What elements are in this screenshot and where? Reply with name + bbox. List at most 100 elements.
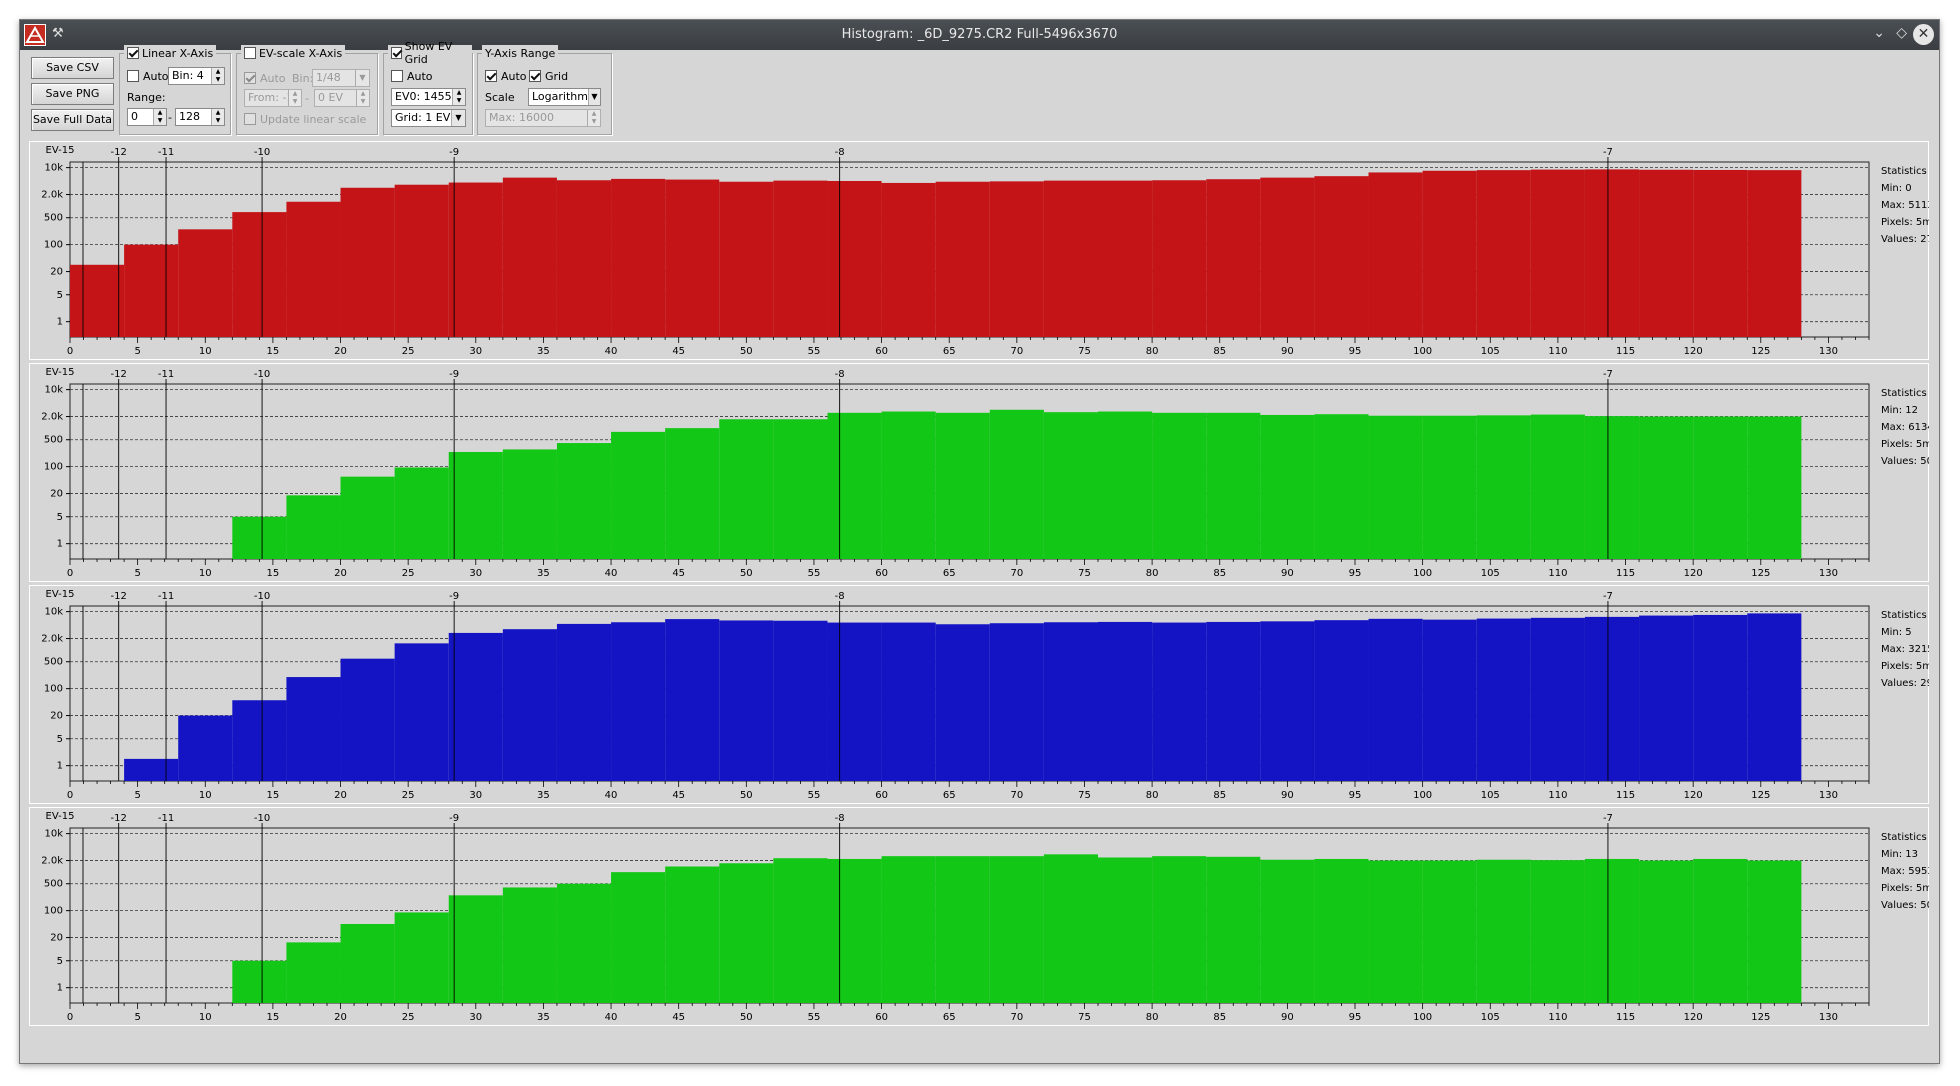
x-tick-label: 15 xyxy=(267,1012,280,1023)
close-icon[interactable]: ✕ xyxy=(1913,24,1934,45)
linear-bin-spinner[interactable]: Bin: 4 ▲ ▼ xyxy=(168,67,225,85)
x-tick-label: 75 xyxy=(1078,568,1091,579)
range-to-spinner[interactable]: 128 ▲ ▼ xyxy=(175,108,225,126)
y-tick-label: 1 xyxy=(57,539,63,550)
histogram-bar xyxy=(502,177,557,337)
x-tick-label: 20 xyxy=(334,346,347,357)
histogram-bar xyxy=(989,856,1044,1003)
histogram-bar xyxy=(232,212,287,337)
scale-dropdown[interactable]: Logarithm ▼ xyxy=(528,88,601,106)
histogram-bar xyxy=(989,181,1044,337)
stats-max: Max: 5953 xyxy=(1881,866,1929,877)
y-tick-label: 2.0k xyxy=(41,634,63,645)
save-full-data-button[interactable]: Save Full Data xyxy=(31,109,114,131)
stats-values: Values: 5075 xyxy=(1881,900,1929,911)
ev-bin-dropdown[interactable]: 1/48 EV ▼ xyxy=(312,69,370,100)
x-tick-label: 85 xyxy=(1213,568,1226,579)
x-tick-label: 90 xyxy=(1281,568,1294,579)
linear-x-axis-checkbox[interactable] xyxy=(127,47,139,59)
ev0-value: EV0: 14558 xyxy=(395,90,452,103)
histogram-bar xyxy=(827,180,882,337)
x-tick-label: 85 xyxy=(1213,790,1226,801)
update-linear-checkbox[interactable] xyxy=(244,113,256,125)
ev-from-spinner[interactable]: From: -14 ▲▼ xyxy=(244,89,302,107)
histogram-panel-blue-2: 10k 2.0k 500 100 20 5 1 -12 -11 -10 -9 -8 -7 EV-15 0 5 1… xyxy=(29,585,1929,804)
spinner-arrows-icon[interactable]: ▲ ▼ xyxy=(153,109,166,125)
grid-value: Grid: 1 EV xyxy=(395,111,451,124)
linear-bin-value: Bin: 4 xyxy=(172,69,204,82)
evgrid-auto-checkbox[interactable] xyxy=(391,70,403,82)
x-tick-label: 10 xyxy=(199,1012,212,1023)
grid-dropdown[interactable]: Grid: 1 EV ▼ xyxy=(391,109,466,127)
y-axis-range-legend: Y-Axis Range xyxy=(482,45,559,61)
x-tick-label: 80 xyxy=(1146,790,1159,801)
y-grid-checkbox[interactable] xyxy=(529,70,541,82)
histogram-bar xyxy=(394,643,449,781)
histogram-bar xyxy=(70,264,125,337)
ev-tick-label: -7 xyxy=(1603,147,1613,158)
x-tick-label: 50 xyxy=(740,790,753,801)
histogram-bar xyxy=(665,866,720,1003)
histogram-bar xyxy=(1043,412,1098,559)
y-tick-label: 100 xyxy=(44,462,63,473)
update-linear-label: Update linear scale xyxy=(260,112,367,126)
histogram-bar xyxy=(448,895,503,1003)
spinner-arrows-icon[interactable]: ▲ ▼ xyxy=(211,109,224,125)
minimize-icon[interactable]: ⌄ xyxy=(1873,25,1885,41)
y-max-spinner[interactable]: Max: 16000 ▲ ▼ xyxy=(485,109,601,127)
ev-tick-label: -9 xyxy=(449,591,459,602)
range-from-spinner[interactable]: 0 ▲ ▼ xyxy=(127,108,167,126)
linear-auto-checkbox[interactable] xyxy=(127,70,139,82)
histogram-bar xyxy=(719,419,774,559)
range-to-value: 128 xyxy=(179,110,200,123)
stats-max: Max: 5113 xyxy=(1881,200,1929,211)
stats-min: Min: 5 xyxy=(1881,627,1912,638)
y-grid-row: Grid xyxy=(529,68,568,84)
histogram-bar xyxy=(1530,617,1585,781)
ev-to-value: 0 EV xyxy=(318,91,343,104)
stats-title: Statistics xyxy=(1881,610,1927,621)
x-tick-label: 50 xyxy=(740,346,753,357)
ev-tick-label: -12 xyxy=(111,591,127,602)
x-tick-label: 25 xyxy=(402,568,415,579)
ev-axis-label: EV-15 xyxy=(46,367,75,378)
stats-max: Max: 3215 xyxy=(1881,644,1929,655)
update-linear-row: Update linear scale xyxy=(244,111,366,127)
save-csv-button[interactable]: Save CSV xyxy=(31,57,114,79)
save-png-button[interactable]: Save PNG xyxy=(31,83,114,105)
x-tick-label: 70 xyxy=(1010,790,1023,801)
histogram-bar xyxy=(1314,858,1369,1003)
ev-grid-group: Show EV Grid Auto EV0: 14558 ▲▼ Grid: 1 … xyxy=(383,40,473,135)
y-tick-label: 100 xyxy=(44,906,63,917)
spinner-arrows-icon[interactable]: ▲ ▼ xyxy=(288,90,301,106)
histogram-bar xyxy=(502,449,557,559)
chevron-down-icon: ▼ xyxy=(587,89,600,105)
histogram-bar xyxy=(124,758,179,781)
x-tick-label: 60 xyxy=(875,346,888,357)
spinner-arrows-icon[interactable]: ▲ ▼ xyxy=(211,68,224,84)
histogram-bar xyxy=(286,495,341,559)
spinner-arrows-icon[interactable]: ▲ ▼ xyxy=(452,89,465,105)
ev-to-spinner[interactable]: 0 EV ▲ ▼ xyxy=(314,89,370,107)
y-auto-checkbox[interactable] xyxy=(485,70,497,82)
histogram-bar xyxy=(178,715,233,781)
y-tick-label: 2.0k xyxy=(41,856,63,867)
ev-scale-checkbox[interactable] xyxy=(244,47,256,59)
histogram-bar xyxy=(1584,858,1640,1003)
spinner-arrows-icon[interactable]: ▲ ▼ xyxy=(587,110,600,126)
histogram-bar xyxy=(1639,860,1694,1003)
x-tick-label: 50 xyxy=(740,1012,753,1023)
show-ev-grid-checkbox[interactable] xyxy=(391,47,402,59)
histogram-bar xyxy=(1314,620,1369,781)
ev-auto-checkbox[interactable] xyxy=(244,72,256,84)
maximize-icon[interactable]: ◇ xyxy=(1896,25,1907,41)
ev0-spinner[interactable]: EV0: 14558 ▲▼ xyxy=(391,88,466,106)
histogram-bar xyxy=(935,181,990,337)
histogram-bar xyxy=(773,620,828,781)
x-tick-label: 130 xyxy=(1819,1012,1838,1023)
histogram-bar xyxy=(611,872,666,1003)
spinner-arrows-icon[interactable]: ▲ ▼ xyxy=(356,90,369,106)
x-tick-label: 20 xyxy=(334,568,347,579)
x-tick-label: 95 xyxy=(1349,346,1362,357)
histogram-bar xyxy=(1530,169,1585,337)
